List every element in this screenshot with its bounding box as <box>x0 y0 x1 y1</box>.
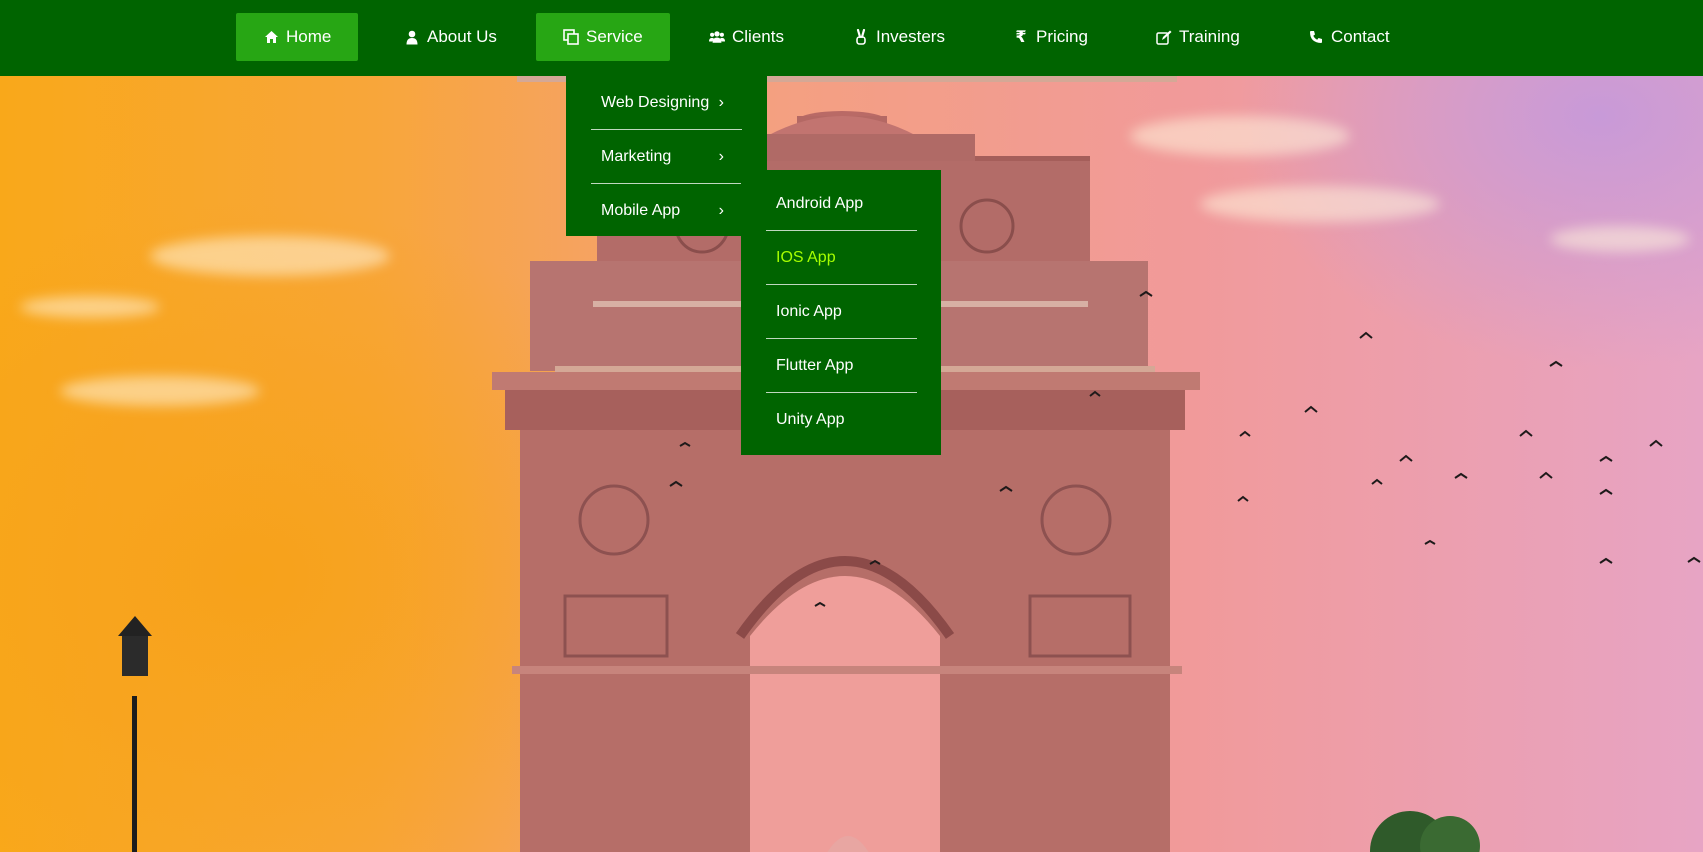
submenu-item-label: Android App <box>776 194 864 212</box>
nav-home[interactable]: Home <box>236 13 359 61</box>
menu-item-mobile-app[interactable]: Mobile App › <box>591 184 742 238</box>
nav-training-label: Training <box>1179 27 1240 46</box>
nav-service[interactable]: Service <box>536 13 670 61</box>
menu-item-label: Marketing <box>601 147 672 165</box>
submenu-item-label: IOS App <box>776 248 836 266</box>
submenu-item-label: Ionic App <box>776 302 842 320</box>
nav-clients[interactable]: Clients <box>682 13 811 61</box>
menu-item-label: Web Designing <box>601 93 710 111</box>
users-icon <box>709 29 725 45</box>
menu-item-web-designing[interactable]: Web Designing › <box>591 76 742 130</box>
phone-icon <box>1308 29 1324 45</box>
menu-item-label: Mobile App <box>601 202 681 219</box>
chevron-right-icon: › <box>718 147 724 165</box>
home-icon <box>263 29 279 45</box>
submenu-item-label: Flutter App <box>776 356 854 374</box>
nav-pricing[interactable]: ₹ Pricing <box>986 13 1115 61</box>
submenu-item-ionic-app[interactable]: Ionic App <box>766 285 917 339</box>
nav-pricing-label: Pricing <box>1036 27 1088 46</box>
nav-investers[interactable]: Investers <box>826 13 972 61</box>
user-icon <box>404 29 420 45</box>
nav-home-label: Home <box>286 27 332 46</box>
nav-contact[interactable]: Contact <box>1281 13 1417 61</box>
submenu-item-ios-app[interactable]: IOS App <box>766 231 917 285</box>
submenu-item-flutter-app[interactable]: Flutter App <box>766 339 917 393</box>
menu-item-marketing[interactable]: Marketing › <box>591 130 742 184</box>
hand-peace-icon <box>853 29 869 45</box>
nav-service-label: Service <box>586 27 643 46</box>
main-navbar: Home About Us Service Clients Investers … <box>0 0 1703 76</box>
edit-icon <box>1156 29 1172 45</box>
submenu-item-android-app[interactable]: Android App <box>766 177 917 231</box>
chevron-right-icon: › <box>718 93 724 111</box>
nav-clients-label: Clients <box>732 27 784 46</box>
service-dropdown-menu: Web Designing › Marketing › Mobile App › <box>566 76 767 236</box>
submenu-item-unity-app[interactable]: Unity App <box>766 393 917 447</box>
mobile-app-submenu: Android App IOS App Ionic App Flutter Ap… <box>741 170 941 455</box>
nav-about-us[interactable]: About Us <box>377 13 524 61</box>
nav-about-us-label: About Us <box>427 27 497 46</box>
copy-icon <box>563 29 579 45</box>
nav-contact-label: Contact <box>1331 27 1390 46</box>
nav-investers-label: Investers <box>876 27 945 46</box>
submenu-item-label: Unity App <box>776 411 845 428</box>
rupee-icon: ₹ <box>1015 29 1027 46</box>
nav-training[interactable]: Training <box>1129 13 1267 61</box>
chevron-right-icon: › <box>718 202 724 219</box>
